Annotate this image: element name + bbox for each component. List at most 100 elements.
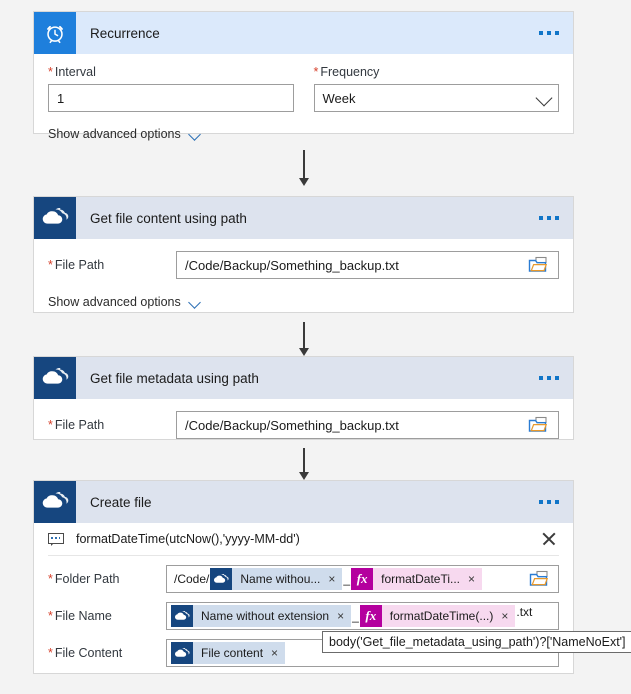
token-format-date-time[interactable]: fx formatDateTi... × (351, 568, 483, 590)
card-title: Get file metadata using path (90, 370, 259, 386)
remove-token-button[interactable]: × (468, 573, 475, 585)
chevron-down-icon (189, 130, 202, 138)
folder-picker-icon[interactable] (528, 416, 550, 434)
card-header-get-file-content[interactable]: Get file content using path (34, 197, 573, 239)
label-folder-path: * Folder Path (48, 572, 120, 586)
advanced-label: Show advanced options (48, 295, 181, 309)
card-body-recurrence: * Interval 1 * Frequency Week Show advan… (34, 65, 573, 141)
show-advanced-options-get-file-content[interactable]: Show advanced options (48, 295, 559, 309)
file-path-value: /Code/Backup/Something_backup.txt (185, 417, 399, 433)
ellipsis-dot (547, 376, 551, 380)
onedrive-cloud-icon (171, 605, 193, 627)
label-file-path: * File Path (48, 258, 105, 272)
card-recurrence[interactable]: Recurrence * Interval 1 * Frequency Week… (33, 11, 574, 141)
token-name-without-extension[interactable]: Name without extension × (171, 605, 352, 627)
remove-token-button[interactable]: × (501, 610, 508, 622)
card-body-get-file-content: * File Path /Code/Backup/Something_backup… (34, 251, 573, 309)
card-get-file-content-using-path[interactable]: Get file content using path * File Path /… (33, 196, 574, 313)
token-label: Name without extension (201, 609, 330, 623)
chevron-down-icon (189, 298, 202, 306)
remove-token-button[interactable]: × (271, 647, 278, 659)
onedrive-cloud-icon (34, 197, 76, 239)
frequency-value: Week (322, 90, 356, 106)
required-asterisk: * (48, 646, 53, 660)
token-label: formatDateTi... (381, 572, 461, 586)
file-name-input[interactable]: Name without extension × _ fx formatDate… (166, 602, 559, 630)
connector-arrow (299, 448, 309, 482)
function-fx-icon: fx (351, 568, 374, 590)
required-asterisk: * (313, 65, 319, 79)
onedrive-cloud-icon (34, 481, 76, 523)
onedrive-cloud-icon (210, 568, 233, 590)
label-frequency: * Frequency (313, 65, 380, 79)
alarm-clock-icon (34, 12, 76, 54)
card-title: Get file content using path (90, 210, 247, 226)
row-folder-path: * Folder Path /Code/ Name withou... × _ … (48, 565, 559, 593)
file-path-input[interactable]: /Code/Backup/Something_backup.txt (176, 251, 559, 279)
ellipsis-dot (547, 216, 551, 220)
folder-picker-icon[interactable] (529, 570, 551, 588)
more-options-ellipsis[interactable] (539, 500, 559, 504)
token-name-without-extension[interactable]: Name withou... × (210, 568, 343, 590)
token-file-content[interactable]: File content × (171, 642, 286, 664)
label-file-name: * File Name (48, 609, 112, 623)
ellipsis-dot (539, 500, 543, 504)
token-label: Name withou... (240, 572, 321, 586)
advanced-label: Show advanced options (48, 127, 181, 141)
card-get-file-metadata-using-path[interactable]: Get file metadata using path * File Path … (33, 356, 574, 440)
file-name-separator: _ (352, 609, 359, 623)
onedrive-cloud-icon (171, 642, 193, 664)
card-header-recurrence[interactable]: Recurrence (34, 12, 573, 54)
more-options-ellipsis[interactable] (539, 31, 559, 35)
interval-value: 1 (57, 90, 65, 106)
flow-designer-canvas: Recurrence * Interval 1 * Frequency Week… (0, 0, 631, 694)
card-header-get-file-metadata[interactable]: Get file metadata using path (34, 357, 573, 399)
ellipsis-dot (555, 500, 559, 504)
required-asterisk: * (48, 258, 53, 272)
label-interval: * Interval (48, 65, 96, 79)
remove-token-button[interactable]: × (337, 610, 344, 622)
token-body: Name withou... × (232, 568, 343, 590)
label-file-path: * File Path (48, 418, 105, 432)
more-options-ellipsis[interactable] (539, 216, 559, 220)
more-options-ellipsis[interactable] (539, 376, 559, 380)
show-advanced-options-recurrence[interactable]: Show advanced options (48, 127, 559, 141)
card-title: Recurrence (90, 25, 160, 41)
ellipsis-dot (555, 31, 559, 35)
ellipsis-dot (555, 216, 559, 220)
folder-path-input[interactable]: /Code/ Name withou... × _ fx formatDateT… (166, 565, 559, 593)
folder-path-prefix: /Code/ (174, 572, 210, 586)
token-body: formatDateTi... × (373, 568, 483, 590)
file-path-input[interactable]: /Code/Backup/Something_backup.txt (176, 411, 559, 439)
ellipsis-dot (539, 376, 543, 380)
required-asterisk: * (48, 572, 53, 586)
token-body: formatDateTime(...) × (381, 605, 516, 627)
comment-row[interactable]: formatDateTime(utcNow(),'yyyy-MM-dd') (48, 523, 559, 556)
ellipsis-dot (547, 31, 551, 35)
expression-tooltip: body('Get_file_metadata_using_path')?['N… (322, 631, 631, 653)
token-body: Name without extension × (193, 605, 352, 627)
ellipsis-dot (539, 31, 543, 35)
comment-text: formatDateTime(utcNow(),'yyyy-MM-dd') (76, 532, 300, 546)
folder-picker-icon[interactable] (528, 256, 550, 274)
chevron-down-icon (537, 94, 550, 102)
frequency-dropdown[interactable]: Week (313, 84, 559, 112)
card-body-get-file-metadata: * File Path /Code/Backup/Something_backup… (34, 411, 573, 439)
comment-bubble-icon (48, 532, 64, 546)
close-icon[interactable] (541, 531, 557, 547)
token-label: formatDateTime(...) (389, 609, 494, 623)
connector-arrow (299, 150, 309, 188)
token-format-date-time[interactable]: fx formatDateTime(...) × (359, 605, 516, 627)
file-name-suffix: .txt (516, 605, 533, 619)
required-asterisk: * (48, 65, 53, 79)
ellipsis-dot (547, 500, 551, 504)
card-title: Create file (90, 494, 152, 510)
card-header-create-file[interactable]: Create file (34, 481, 573, 523)
interval-input[interactable]: 1 (48, 84, 294, 112)
row-file-name: * File Name Name without extension × _ f… (48, 602, 559, 630)
connector-arrow (299, 322, 309, 358)
required-asterisk: * (48, 418, 53, 432)
file-path-value: /Code/Backup/Something_backup.txt (185, 257, 399, 273)
remove-token-button[interactable]: × (328, 573, 335, 585)
token-body: File content × (193, 642, 286, 664)
